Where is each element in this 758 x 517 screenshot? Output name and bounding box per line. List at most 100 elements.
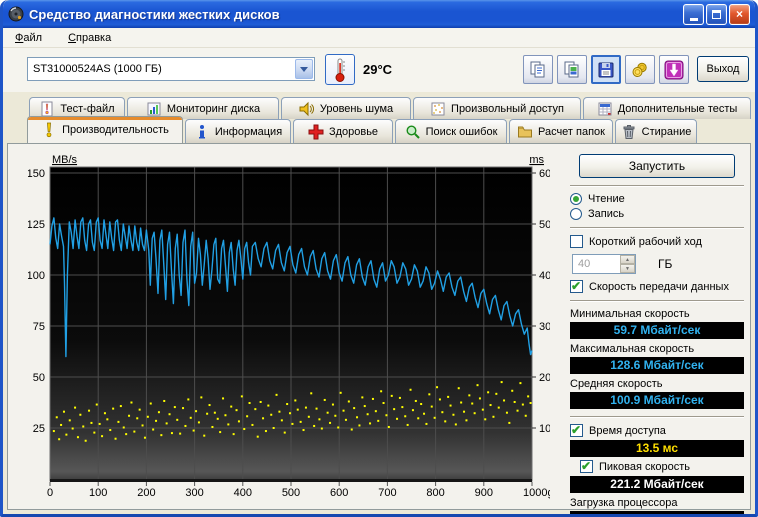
copy-text-icon (529, 61, 547, 79)
health-cross-icon (308, 124, 324, 140)
write-radio[interactable]: Запись (570, 208, 744, 220)
svg-text:125: 125 (28, 219, 45, 231)
transfer-speed-label: Скорость передачи данных (589, 280, 729, 293)
separator (570, 185, 744, 187)
chevron-down-icon[interactable] (295, 59, 313, 79)
tab-row-primary: Производительность Информация Здоровье П… (27, 116, 697, 143)
write-radio-label: Запись (588, 208, 625, 220)
window-title: Средство диагностики жестких дисков (29, 6, 280, 22)
checkbox-icon[interactable] (570, 279, 583, 293)
short-stroke-label: Короткий рабочий ход (589, 235, 702, 248)
download-button[interactable] (659, 55, 689, 84)
max-speed-value: 128.6 Мбайт/сек (570, 357, 744, 374)
capacity-spinner[interactable]: 40 ▲ ▼ (572, 254, 636, 274)
avg-speed-value: 100.9 Мбайт/сек (570, 392, 744, 409)
copy-text-button[interactable] (523, 55, 553, 84)
menu-bar: Файл Справка (3, 28, 755, 48)
tab-label: Тест-файл (60, 102, 115, 115)
tab-label: Информация (214, 125, 283, 138)
tab-erase[interactable]: Стирание (615, 119, 697, 143)
toolbar: ST31000524AS (1000 ГБ) 29°C Выход (3, 48, 755, 92)
checkbox-icon[interactable] (570, 235, 583, 248)
svg-text:50: 50 (539, 219, 550, 231)
access-time-label: Время доступа (589, 424, 666, 437)
tab-error-scan[interactable]: Поиск ошибок (395, 119, 507, 143)
download-icon (664, 60, 684, 80)
svg-text:400: 400 (234, 487, 252, 499)
benchmark-chart: 1501251007550256050403020100100200300400… (28, 154, 550, 499)
coins-button[interactable] (625, 55, 655, 84)
tab-label: Произвольный доступ (451, 102, 564, 115)
folder-icon (517, 124, 533, 140)
svg-text:75: 75 (33, 321, 45, 333)
transfer-speed-checkbox[interactable]: Скорость передачи данных (570, 279, 744, 293)
radio-icon[interactable] (570, 208, 582, 220)
tab-health[interactable]: Здоровье (293, 119, 393, 143)
separator (570, 300, 744, 302)
app-icon (8, 6, 24, 22)
close-button[interactable]: × (729, 3, 750, 25)
temperature-value: 29°C (363, 62, 393, 77)
tab-label: Производительность (62, 124, 169, 136)
app-window: Средство диагностики жестких дисков × Фа… (0, 0, 758, 517)
exclamation-icon (41, 122, 57, 138)
svg-text:60: 60 (539, 168, 550, 180)
save-button[interactable] (591, 55, 621, 84)
tab-label: Поиск ошибок (425, 125, 498, 138)
tab-label: Уровень шума (319, 102, 394, 115)
svg-text:150: 150 (28, 168, 45, 180)
tab-random-access[interactable]: Произвольный доступ (413, 97, 581, 119)
access-time-checkbox[interactable]: Время доступа (570, 423, 744, 437)
svg-text:1000gB: 1000gB (523, 487, 550, 499)
svg-text:20: 20 (539, 372, 550, 384)
trash-icon (621, 124, 637, 140)
drive-select[interactable]: ST31000524AS (1000 ГБ) (27, 57, 315, 81)
tab-label: Дополнительные тесты (617, 102, 738, 115)
info-icon (194, 124, 210, 140)
separator (570, 416, 744, 418)
magnifier-icon (405, 124, 421, 140)
cpu-usage-value: 1.3% (570, 511, 744, 514)
burst-rate-checkbox[interactable]: Пиковая скорость (580, 459, 744, 473)
read-radio-label: Чтение (588, 193, 625, 205)
svg-text:100: 100 (89, 487, 107, 499)
thermometer-icon (333, 58, 347, 82)
exit-button[interactable]: Выход (697, 56, 749, 82)
tab-noise-level[interactable]: Уровень шума (281, 97, 411, 119)
cpu-usage-label: Загрузка процессора (570, 497, 678, 509)
disk-monitor-icon (146, 101, 162, 117)
svg-text:600: 600 (330, 487, 348, 499)
avg-speed-label: Средняя скорость (570, 378, 663, 390)
short-stroke-checkbox[interactable]: Короткий рабочий ход (570, 235, 744, 248)
random-access-icon (430, 101, 446, 117)
radio-icon[interactable] (570, 193, 582, 205)
checkbox-icon[interactable] (580, 459, 593, 473)
tab-benchmark[interactable]: Производительность (27, 116, 183, 143)
separator (570, 227, 744, 229)
spinner-up-icon[interactable]: ▲ (620, 255, 635, 264)
checkbox-icon[interactable] (570, 423, 583, 437)
tab-folder-usage[interactable]: Расчет папок (509, 119, 613, 143)
minimize-button[interactable] (683, 3, 704, 25)
svg-text:300: 300 (185, 487, 203, 499)
svg-text:10: 10 (539, 423, 550, 435)
svg-text:ms: ms (529, 154, 544, 166)
test-file-icon (39, 101, 55, 117)
access-time-value: 13.5 мс (570, 440, 744, 457)
burst-rate-value: 221.2 Мбайт/сек (570, 476, 744, 493)
menu-help[interactable]: Справка (64, 30, 115, 46)
extra-tests-icon (597, 101, 613, 117)
maximize-button[interactable] (706, 3, 727, 25)
svg-text:MB/s: MB/s (52, 154, 78, 166)
copy-image-button[interactable] (557, 55, 587, 84)
read-radio[interactable]: Чтение (570, 193, 744, 205)
temperature-button[interactable] (325, 54, 355, 85)
svg-text:30: 30 (539, 321, 550, 333)
menu-file[interactable]: Файл (11, 30, 46, 46)
start-button[interactable]: Запустить (579, 154, 735, 178)
tab-extra-tests[interactable]: Дополнительные тесты (583, 97, 751, 119)
spinner-down-icon[interactable]: ▼ (620, 264, 635, 273)
svg-text:200: 200 (137, 487, 155, 499)
speaker-icon (299, 101, 315, 117)
tab-info[interactable]: Информация (185, 119, 291, 143)
